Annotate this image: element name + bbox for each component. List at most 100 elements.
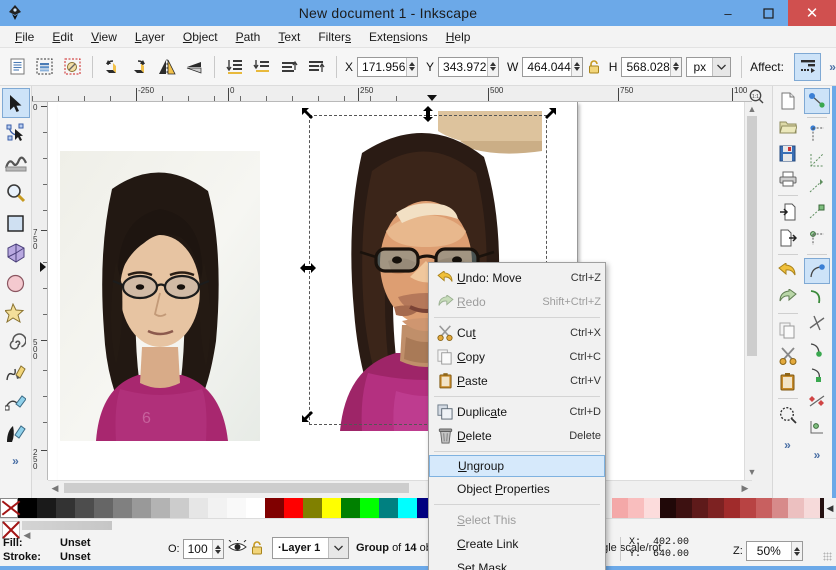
no-color-swatch[interactable]: [0, 498, 18, 518]
palette-swatch[interactable]: [612, 498, 628, 518]
context-menu-item-cut[interactable]: Cut Ctrl+X: [429, 321, 605, 345]
palette-scroll-left[interactable]: ◀: [824, 498, 836, 518]
snap-node-icon[interactable]: [804, 88, 830, 114]
selector-tool[interactable]: [1, 88, 30, 118]
palette-swatch[interactable]: [37, 498, 56, 518]
menu-extensions[interactable]: Extensions: [360, 28, 437, 46]
snap-bbox-corner-icon[interactable]: [804, 147, 830, 173]
h-input[interactable]: 568.028: [621, 56, 683, 77]
layer-selector[interactable]: ·Layer 1: [272, 537, 350, 559]
flip-vertical-icon[interactable]: [181, 52, 208, 82]
redo-arrow-icon[interactable]: [775, 284, 801, 310]
chevron-down-icon[interactable]: [712, 57, 731, 76]
close-button[interactable]: ✕: [788, 0, 836, 26]
zoom-tool[interactable]: [2, 178, 30, 208]
menu-help[interactable]: Help: [437, 28, 480, 46]
palette-swatch[interactable]: [379, 498, 398, 518]
rotate-90-ccw-icon[interactable]: [99, 52, 126, 82]
y-input[interactable]: 343.972: [438, 56, 500, 77]
menu-edit[interactable]: Edit: [43, 28, 82, 46]
ellipse-tool[interactable]: [2, 268, 30, 298]
palette-swatch[interactable]: [398, 498, 417, 518]
palette-swatch[interactable]: [151, 498, 170, 518]
context-menu-item-undo-move[interactable]: Undo: Move Ctrl+Z: [429, 266, 605, 290]
palette-swatch[interactable]: [94, 498, 113, 518]
menu-view[interactable]: View: [82, 28, 126, 46]
context-menu-item-copy[interactable]: Copy Ctrl+C: [429, 345, 605, 369]
x-input[interactable]: 171.956: [357, 56, 419, 77]
menu-filters[interactable]: Filters: [309, 28, 360, 46]
bezier-pen-tool[interactable]: [2, 388, 30, 418]
selection-handle-sw[interactable]: [300, 408, 316, 426]
snap-bbox-icon[interactable]: [804, 121, 830, 147]
scroll-down-arrow[interactable]: ▼: [745, 465, 759, 478]
zoom-1to1-icon[interactable]: 1:1: [745, 88, 767, 104]
node-editor-tool[interactable]: [2, 118, 30, 148]
layer-lock-icon[interactable]: [250, 539, 266, 559]
context-menu-item-create-link[interactable]: Create Link: [429, 532, 605, 556]
y-spinner[interactable]: [487, 57, 499, 76]
snap-bbox-midpoint-icon[interactable]: [804, 199, 830, 225]
snap-object-center-icon[interactable]: [804, 414, 830, 440]
palette-swatch[interactable]: [170, 498, 189, 518]
palette-swatch[interactable]: [692, 498, 708, 518]
menu-layer[interactable]: Layer: [126, 28, 174, 46]
import-file-icon[interactable]: [775, 199, 801, 225]
x-spinner[interactable]: [406, 57, 418, 76]
palette-prev-arrow[interactable]: ◀: [22, 530, 32, 540]
horizontal-scrollbar[interactable]: ◀ ▶: [48, 480, 752, 494]
star-tool[interactable]: [2, 298, 30, 328]
toolbar-overflow[interactable]: »: [829, 60, 836, 74]
zoom-input[interactable]: 50%: [745, 541, 803, 561]
unit-select[interactable]: px: [686, 56, 732, 77]
vertical-ruler[interactable]: 0 750 500 250: [32, 102, 48, 480]
palette-swatch[interactable]: [676, 498, 692, 518]
palette-swatch[interactable]: [303, 498, 322, 518]
palette-swatch[interactable]: [189, 498, 208, 518]
w-input[interactable]: 464.044: [522, 56, 584, 77]
export-file-icon[interactable]: [775, 225, 801, 251]
zoom-spinner[interactable]: [790, 542, 802, 560]
context-menu-item-paste[interactable]: Paste Ctrl+V: [429, 369, 605, 393]
palette-swatch[interactable]: [284, 498, 303, 518]
select-all-icon[interactable]: [4, 52, 31, 82]
palette-swatch[interactable]: [227, 498, 246, 518]
palette-swatch[interactable]: [660, 498, 676, 518]
menu-text[interactable]: Text: [269, 28, 309, 46]
palette-swatch[interactable]: [322, 498, 341, 518]
printer-icon[interactable]: [775, 166, 801, 192]
horizontal-scroll-thumb[interactable]: [64, 483, 409, 493]
snap-smooth-node-icon[interactable]: [804, 362, 830, 388]
selection-handle-w[interactable]: [300, 261, 316, 277]
raise-icon[interactable]: [275, 52, 302, 82]
snap-bbox-edge-icon[interactable]: [804, 173, 830, 199]
floppy-save-icon[interactable]: [775, 140, 801, 166]
palette-swatch[interactable]: [644, 498, 660, 518]
resize-grip[interactable]: [823, 552, 832, 561]
scroll-left-arrow[interactable]: ◀: [48, 481, 62, 495]
menu-path[interactable]: Path: [227, 28, 270, 46]
opacity-spinner[interactable]: [211, 540, 223, 558]
menu-object[interactable]: Object: [174, 28, 227, 46]
open-folder-icon[interactable]: [775, 114, 801, 140]
rectangle-tool[interactable]: [2, 208, 30, 238]
lock-open-icon[interactable]: [583, 52, 604, 82]
selection-handle-nw[interactable]: [300, 106, 316, 124]
clipboard-icon[interactable]: [775, 369, 801, 395]
palette-swatch[interactable]: [341, 498, 360, 518]
deselect-icon[interactable]: [59, 52, 86, 82]
copy-pages-icon[interactable]: [775, 317, 801, 343]
calligraphy-pen-tool[interactable]: [2, 418, 30, 448]
tweak-tool[interactable]: [2, 148, 30, 178]
selection-handle-ne[interactable]: [542, 106, 558, 124]
horizontal-ruler[interactable]: -250 0 250 500 750 100: [32, 86, 752, 102]
palette-swatch[interactable]: [75, 498, 94, 518]
palette-swatch[interactable]: [708, 498, 724, 518]
affect-transform-button[interactable]: [793, 52, 822, 81]
box3d-tool[interactable]: [2, 238, 30, 268]
pencil-tool[interactable]: [2, 358, 30, 388]
layer-chevron-down-icon[interactable]: [328, 538, 349, 558]
context-menu-item-ungroup[interactable]: Ungroup: [429, 455, 605, 477]
snap-dock-overflow[interactable]: »: [814, 448, 821, 462]
minimize-button[interactable]: –: [708, 0, 748, 26]
